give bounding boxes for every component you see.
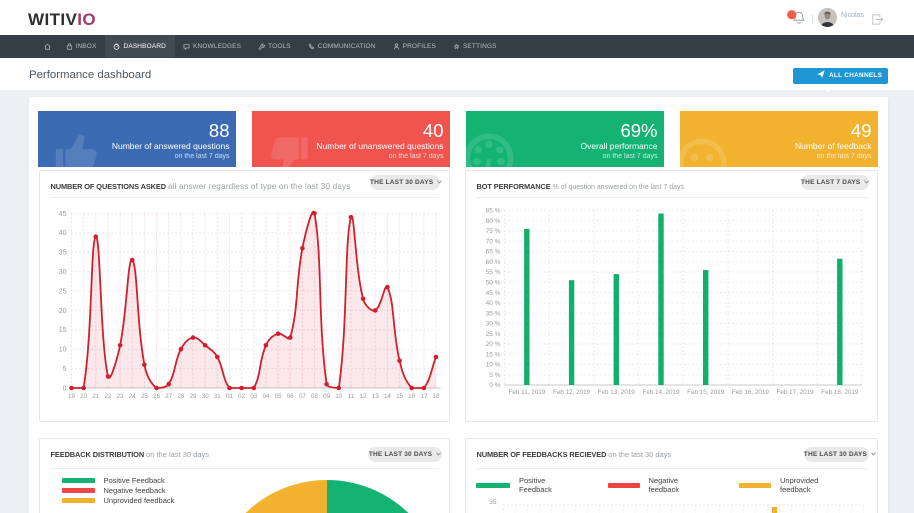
svg-text:35 %: 35 % (485, 310, 500, 317)
svg-text:31: 31 (213, 393, 220, 400)
svg-text:06: 06 (286, 393, 293, 400)
svg-text:16: 16 (408, 393, 415, 400)
svg-text:28: 28 (177, 393, 184, 400)
svg-text:14: 14 (383, 393, 390, 400)
svg-text:30: 30 (58, 269, 66, 276)
svg-text:18: 18 (432, 393, 439, 400)
svg-text:05: 05 (274, 393, 281, 400)
svg-text:35: 35 (489, 499, 497, 506)
svg-text:25 %: 25 % (485, 331, 500, 338)
svg-text:Feb 14, 2019: Feb 14, 2019 (642, 389, 680, 396)
svg-text:0: 0 (62, 385, 66, 392)
svg-text:30: 30 (201, 393, 208, 400)
svg-text:45 %: 45 % (485, 290, 500, 297)
svg-text:Feb 18, 2019: Feb 18, 2019 (821, 389, 859, 396)
svg-text:55 %: 55 % (485, 269, 500, 276)
svg-text:Feb 16, 2019: Feb 16, 2019 (731, 389, 769, 396)
svg-text:08: 08 (311, 393, 318, 400)
svg-text:19: 19 (68, 393, 75, 400)
svg-text:40: 40 (58, 230, 66, 237)
svg-text:15: 15 (396, 393, 403, 400)
svg-text:29: 29 (189, 393, 196, 400)
svg-text:23: 23 (116, 393, 123, 400)
svg-text:13: 13 (371, 393, 378, 400)
svg-text:65 %: 65 % (485, 249, 500, 256)
svg-text:35: 35 (58, 250, 66, 257)
svg-text:12: 12 (359, 393, 366, 400)
svg-text:40 %: 40 % (485, 300, 500, 307)
svg-text:03: 03 (250, 393, 257, 400)
svg-text:85 %: 85 % (485, 208, 500, 215)
svg-text:07: 07 (298, 393, 305, 400)
svg-text:25: 25 (140, 393, 147, 400)
svg-text:02: 02 (238, 393, 245, 400)
svg-text:5 %: 5 % (489, 372, 500, 379)
svg-text:10 %: 10 % (485, 362, 500, 369)
svg-text:25: 25 (58, 288, 66, 295)
svg-text:04: 04 (262, 393, 269, 400)
svg-text:09: 09 (323, 393, 330, 400)
svg-text:24: 24 (128, 393, 135, 400)
svg-text:27: 27 (165, 393, 172, 400)
svg-text:10: 10 (58, 347, 66, 354)
svg-text:60 %: 60 % (485, 259, 500, 266)
svg-text:30 %: 30 % (485, 321, 500, 328)
svg-text:Feb 15, 2019: Feb 15, 2019 (687, 389, 725, 396)
svg-text:26: 26 (153, 393, 160, 400)
svg-text:20: 20 (58, 308, 66, 315)
svg-text:5: 5 (62, 366, 66, 373)
svg-text:75 %: 75 % (485, 228, 500, 235)
svg-text:01: 01 (226, 393, 233, 400)
svg-text:Feb 11, 2019: Feb 11, 2019 (508, 389, 545, 396)
svg-text:10: 10 (335, 393, 342, 400)
svg-text:17: 17 (420, 393, 427, 400)
svg-text:Feb 12, 2019: Feb 12, 2019 (553, 389, 591, 396)
svg-text:45: 45 (58, 211, 66, 218)
svg-text:20: 20 (80, 393, 87, 400)
svg-text:0 %: 0 % (489, 382, 500, 389)
svg-text:80 %: 80 % (485, 218, 500, 225)
svg-text:50 %: 50 % (485, 280, 500, 287)
svg-text:15 %: 15 % (485, 351, 500, 358)
svg-text:21: 21 (92, 393, 99, 400)
svg-text:22: 22 (104, 393, 111, 400)
svg-text:15: 15 (58, 327, 66, 334)
svg-text:70 %: 70 % (485, 238, 500, 245)
svg-text:Feb 13, 2019: Feb 13, 2019 (597, 389, 635, 396)
svg-text:Feb 17, 2019: Feb 17, 2019 (776, 389, 814, 396)
svg-text:11: 11 (347, 393, 354, 400)
svg-text:20 %: 20 % (485, 341, 500, 348)
